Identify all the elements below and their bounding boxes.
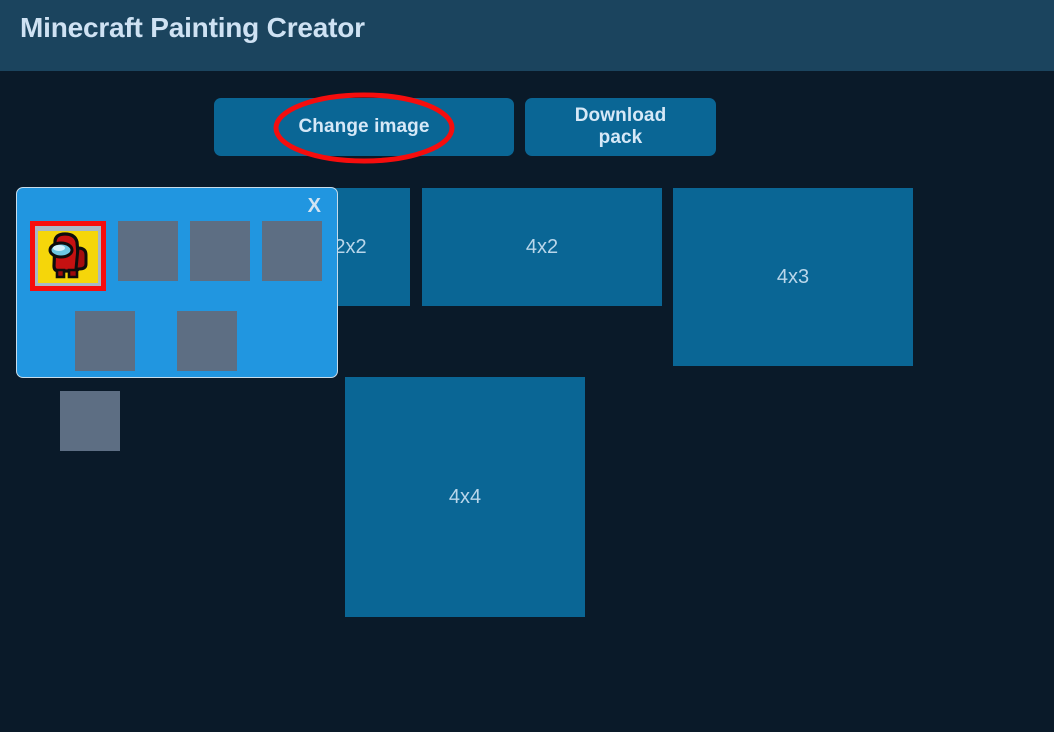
painting-size-label: 4x4 — [448, 485, 482, 508]
app-header: Minecraft Painting Creator — [0, 0, 1054, 71]
page-title: Minecraft Painting Creator — [20, 12, 365, 43]
image-thumbnail-empty[interactable] — [177, 311, 237, 371]
image-thumbnail-empty[interactable] — [190, 221, 250, 281]
painting-size-card-4x4[interactable]: 4x4 — [345, 377, 585, 617]
change-image-button[interactable]: Change image — [214, 98, 514, 156]
among-us-crewmate-art — [35, 226, 101, 286]
image-thumbnail-empty[interactable] — [118, 221, 178, 281]
image-thumbnail-empty[interactable] — [60, 391, 120, 451]
image-thumbnail-empty[interactable] — [262, 221, 322, 281]
painting-size-card-4x2[interactable]: 4x2 — [422, 188, 662, 306]
toolbar: Change image Download pack — [214, 98, 716, 156]
close-icon[interactable]: X — [302, 192, 327, 220]
download-pack-button[interactable]: Download pack — [525, 98, 716, 156]
painting-size-label: 4x3 — [776, 265, 810, 288]
image-thumbnail-among-us-crewmate-red[interactable] — [30, 221, 106, 291]
painting-size-label: 2x2 — [334, 235, 367, 258]
image-picker-modal: X — [16, 187, 338, 451]
painting-size-card-4x3[interactable]: 4x3 — [673, 188, 913, 366]
image-thumbnail-grid — [30, 221, 326, 451]
image-thumbnail-empty[interactable] — [75, 311, 135, 371]
painting-size-label: 4x2 — [525, 235, 559, 258]
